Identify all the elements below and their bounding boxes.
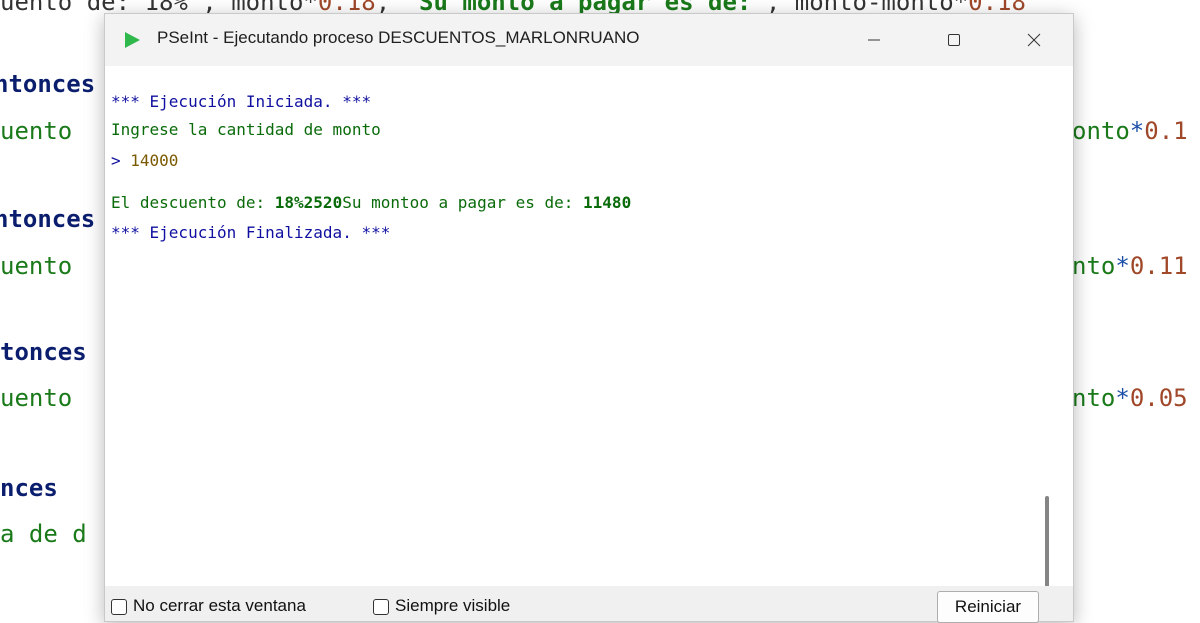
vertical-scrollbar[interactable] [1045, 496, 1049, 596]
keep-open-checkbox[interactable] [111, 599, 127, 615]
close-button[interactable] [1011, 14, 1057, 66]
editor-keyword-entonces: tonces [0, 338, 87, 366]
window-title: PSeInt - Ejecutando proceso DESCUENTOS_M… [157, 28, 640, 47]
keep-open-label[interactable]: No cerrar esta ventana [133, 596, 306, 616]
editor-keyword-entonces: ntonces [0, 70, 96, 98]
maximize-icon [948, 34, 960, 46]
always-visible-label[interactable]: Siempre visible [395, 596, 510, 616]
console-output[interactable]: *** Ejecución Iniciada. *** Ingrese la c… [105, 66, 1073, 586]
editor-keyword-entonces: nces [0, 474, 58, 502]
editor-identifier-descuento: uento [0, 117, 73, 145]
minimize-icon [868, 39, 880, 41]
minimize-button[interactable] [851, 14, 897, 66]
restart-button[interactable]: Reiniciar [937, 591, 1039, 623]
console-line-start: *** Ejecución Iniciada. *** [111, 92, 372, 111]
always-visible-checkbox[interactable] [373, 599, 389, 615]
run-window: PSeInt - Ejecutando proceso DESCUENTOS_M… [104, 13, 1074, 623]
title-bar[interactable]: PSeInt - Ejecutando proceso DESCUENTOS_M… [105, 14, 1073, 66]
close-icon [1027, 33, 1041, 47]
pseint-app-icon [125, 32, 140, 48]
editor-expression-tail: nto*0.05 [1072, 384, 1188, 412]
editor-expression-tail: nto*0.11 [1072, 252, 1188, 280]
editor-keyword-entonces: ntonces [0, 205, 96, 233]
editor-identifier-descuento: uento [0, 252, 73, 280]
editor-expression-tail: onto*0.1 [1072, 117, 1188, 145]
console-line-input: > 14000 [111, 151, 179, 170]
console-line-result: El descuento de: 18%2520Su montoo a paga… [111, 193, 632, 212]
editor-identifier-descuento: uento [0, 384, 73, 412]
console-line-end: *** Ejecución Finalizada. *** [111, 223, 391, 242]
editor-text-fragment: a de d [0, 520, 87, 548]
maximize-button[interactable] [931, 14, 977, 66]
console-line-prompt-text: Ingrese la cantidad de monto [111, 120, 381, 139]
